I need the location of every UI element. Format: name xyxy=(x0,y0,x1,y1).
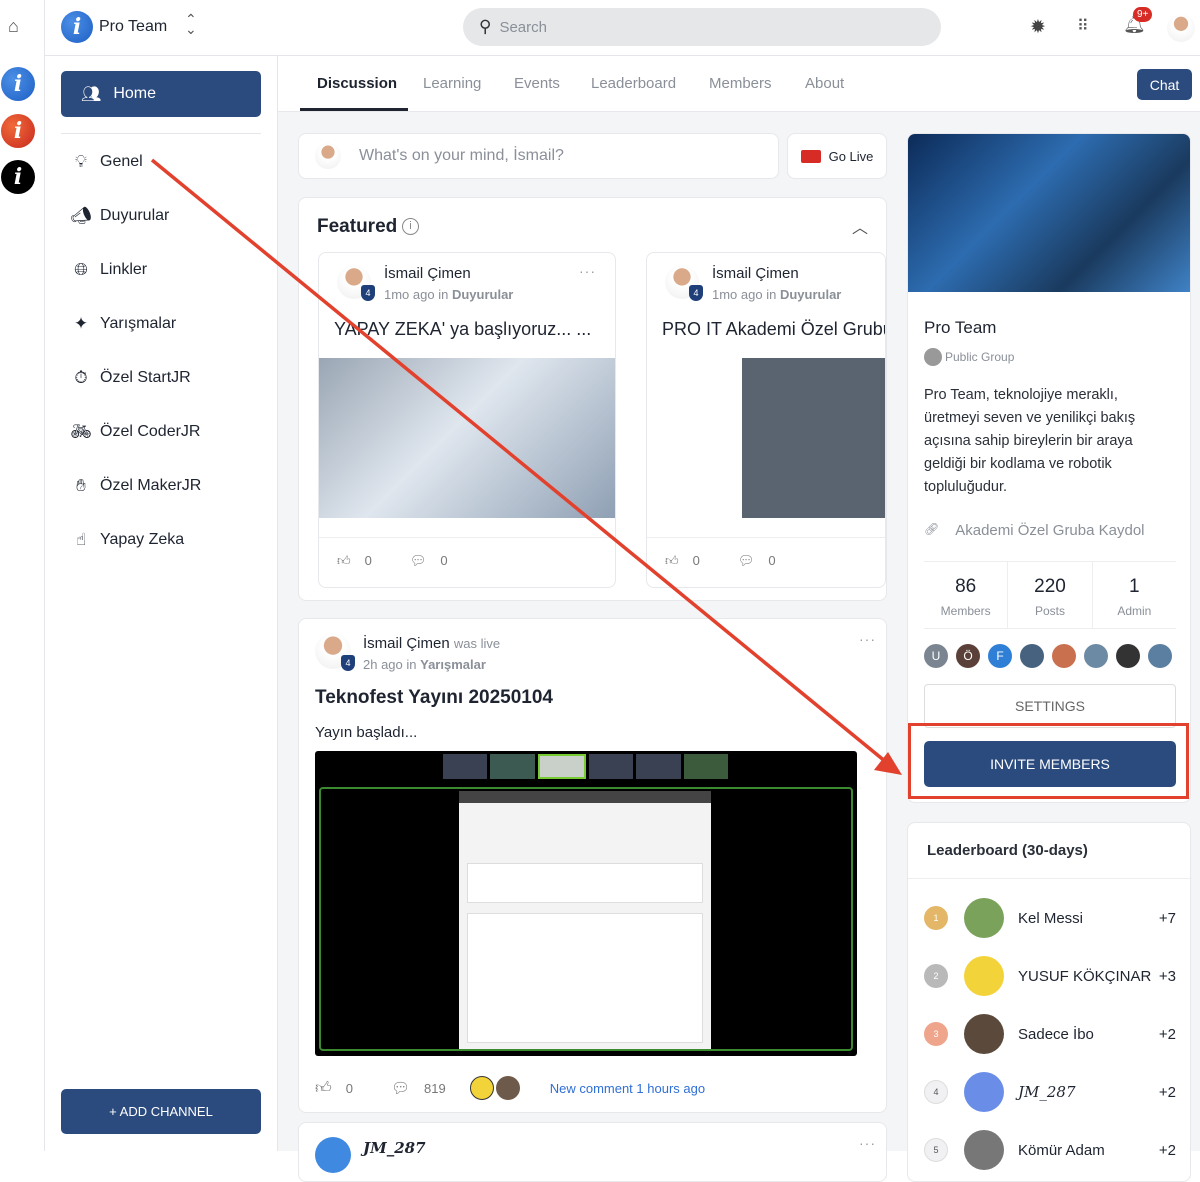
annotation-arrow xyxy=(150,158,902,775)
